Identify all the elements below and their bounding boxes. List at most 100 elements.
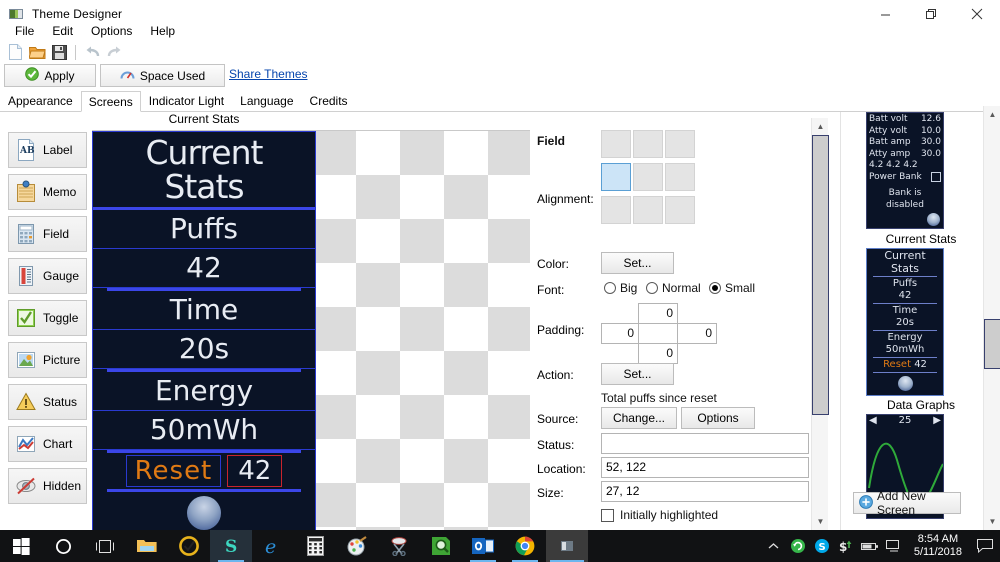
calculator-icon[interactable] <box>294 530 336 562</box>
tool-hidden[interactable]: Hidden <box>8 468 87 504</box>
tool-memo[interactable]: Memo <box>8 174 87 210</box>
alignment-cell-top-right[interactable] <box>665 130 695 158</box>
padding-right-input[interactable]: 0 <box>677 323 717 344</box>
menu-item-help[interactable]: Help <box>141 22 184 40</box>
scroll-up-icon[interactable]: ▲ <box>984 106 1000 123</box>
paint-icon[interactable] <box>336 530 378 562</box>
alignment-cell-top-left[interactable] <box>601 130 631 158</box>
device-reset-value-field[interactable]: 42 <box>227 455 282 487</box>
alignment-cell-bottom-right[interactable] <box>665 196 695 224</box>
device-title-line2[interactable]: Stats <box>93 166 315 206</box>
alignment-cell-middle-right[interactable] <box>665 163 695 191</box>
device-row-value-time[interactable]: 20s <box>93 330 315 368</box>
notification-icon[interactable] <box>970 530 1000 562</box>
open-folder-icon[interactable] <box>26 42 48 62</box>
share-themes-link[interactable]: Share Themes <box>229 67 308 81</box>
start-icon[interactable] <box>0 530 42 562</box>
screen-thumbnail-current-stats[interactable]: Current Stats Puffs 42 Time 20s Energy 5… <box>866 248 944 396</box>
space-used-button[interactable]: Space Used <box>100 64 225 87</box>
font-radio-normal[interactable]: Normal <box>646 281 701 295</box>
apply-button[interactable]: Apply <box>4 64 96 87</box>
menu-item-file[interactable]: File <box>6 22 43 40</box>
menu-item-edit[interactable]: Edit <box>43 22 82 40</box>
chrome-icon[interactable] <box>504 530 546 562</box>
taskbar-clock[interactable]: 8:54 AM 5/11/2018 <box>906 533 970 559</box>
skype-icon[interactable]: S <box>810 530 834 562</box>
padding-left-input[interactable]: 0 <box>601 323 639 344</box>
screen-thumbnail-power-bank[interactable]: Batt volt12.6 Atty volt10.0 Batt amp30.0… <box>866 112 944 229</box>
device-reset-button[interactable]: Reset <box>126 455 222 487</box>
cortana-icon[interactable] <box>42 530 84 562</box>
undo-icon[interactable] <box>81 42 103 62</box>
screens-scrollbar[interactable]: ▲ ▼ <box>983 106 1000 530</box>
tab-appearance[interactable]: Appearance <box>0 91 81 111</box>
tool-status[interactable]: Status <box>8 384 87 420</box>
outlook-icon[interactable] <box>462 530 504 562</box>
device-row-label-energy[interactable]: Energy <box>93 372 315 410</box>
tool-toggle[interactable]: Toggle <box>8 300 87 336</box>
tool-field[interactable]: Field <box>8 216 87 252</box>
save-icon[interactable] <box>48 42 70 62</box>
tab-indicator-light[interactable]: Indicator Light <box>141 91 232 111</box>
redo-icon[interactable] <box>103 42 125 62</box>
initially-highlighted-checkbox[interactable]: Initially highlighted <box>601 508 718 522</box>
tool-gauge[interactable]: Gauge <box>8 258 87 294</box>
battery-icon[interactable] <box>858 530 882 562</box>
tool-chart[interactable]: Chart <box>8 426 87 462</box>
tool-label[interactable]: AB Label <box>8 132 87 168</box>
tool-picture[interactable]: Picture <box>8 342 87 378</box>
checkmark-app-icon[interactable] <box>168 530 210 562</box>
device-row-value-energy[interactable]: 50mWh <box>93 411 315 449</box>
money-icon[interactable]: $ <box>834 530 858 562</box>
left-arrow-icon[interactable]: ◀ <box>869 415 877 426</box>
padding-bottom-input[interactable]: 0 <box>638 343 678 364</box>
add-new-screen-button[interactable]: Add New Screen <box>853 492 961 514</box>
sync-icon[interactable] <box>786 530 810 562</box>
padding-top-input[interactable]: 0 <box>638 303 678 324</box>
status-input[interactable] <box>601 433 809 454</box>
tab-language[interactable]: Language <box>232 91 301 111</box>
scrollbar-thumb[interactable] <box>984 319 1000 369</box>
alignment-cell-bottom-center[interactable] <box>633 196 663 224</box>
magnifier-app-icon[interactable] <box>420 530 462 562</box>
source-change-button[interactable]: Change... <box>601 407 677 429</box>
new-file-icon[interactable] <box>4 42 26 62</box>
task-view-icon[interactable] <box>84 530 126 562</box>
alignment-cell-middle-center[interactable] <box>633 163 663 191</box>
scroll-down-icon[interactable]: ▼ <box>984 513 1000 530</box>
menu-item-options[interactable]: Options <box>82 22 141 40</box>
scrollbar-thumb[interactable] <box>812 135 829 415</box>
right-arrow-icon[interactable]: ▶ <box>933 415 941 426</box>
alignment-cell-middle-left[interactable] <box>601 163 631 191</box>
design-canvas[interactable]: Current Stats Puffs 42 Time 20s Energy 5… <box>92 130 530 530</box>
tool-memo-text: Memo <box>43 185 76 199</box>
close-circle-icon[interactable] <box>187 496 221 530</box>
close-circle-icon[interactable] <box>927 213 940 226</box>
scroll-up-icon[interactable]: ▲ <box>812 118 829 135</box>
internet-explorer-icon[interactable]: e <box>252 530 294 562</box>
color-set-button[interactable]: Set... <box>601 252 674 274</box>
font-radio-big[interactable]: Big <box>604 281 637 295</box>
font-radio-small[interactable]: Small <box>709 281 755 295</box>
alignment-cell-top-center[interactable] <box>633 130 663 158</box>
location-input[interactable]: 52, 122 <box>601 457 809 478</box>
network-icon[interactable] <box>882 530 906 562</box>
chevron-up-icon[interactable] <box>762 530 786 562</box>
s-app-icon[interactable]: S <box>210 530 252 562</box>
scroll-down-icon[interactable]: ▼ <box>812 513 829 530</box>
alignment-cell-bottom-left[interactable] <box>601 196 631 224</box>
properties-scrollbar[interactable]: ▲ ▼ <box>811 118 828 530</box>
source-options-button[interactable]: Options <box>681 407 755 429</box>
file-explorer-icon[interactable] <box>126 530 168 562</box>
close-circle-icon[interactable] <box>898 376 913 391</box>
size-input[interactable]: 27, 12 <box>601 481 809 502</box>
device-screen-preview[interactable]: Current Stats Puffs 42 Time 20s Energy 5… <box>92 131 316 530</box>
tab-screens[interactable]: Screens <box>81 91 141 112</box>
tab-credits[interactable]: Credits <box>302 91 356 111</box>
theme-designer-icon[interactable] <box>546 530 588 562</box>
action-set-button[interactable]: Set... <box>601 363 674 385</box>
device-row-label-puffs[interactable]: Puffs <box>93 210 315 248</box>
device-row-label-time[interactable]: Time <box>93 291 315 329</box>
device-row-value-puffs[interactable]: 42 <box>93 249 315 287</box>
snipping-tool-icon[interactable] <box>378 530 420 562</box>
